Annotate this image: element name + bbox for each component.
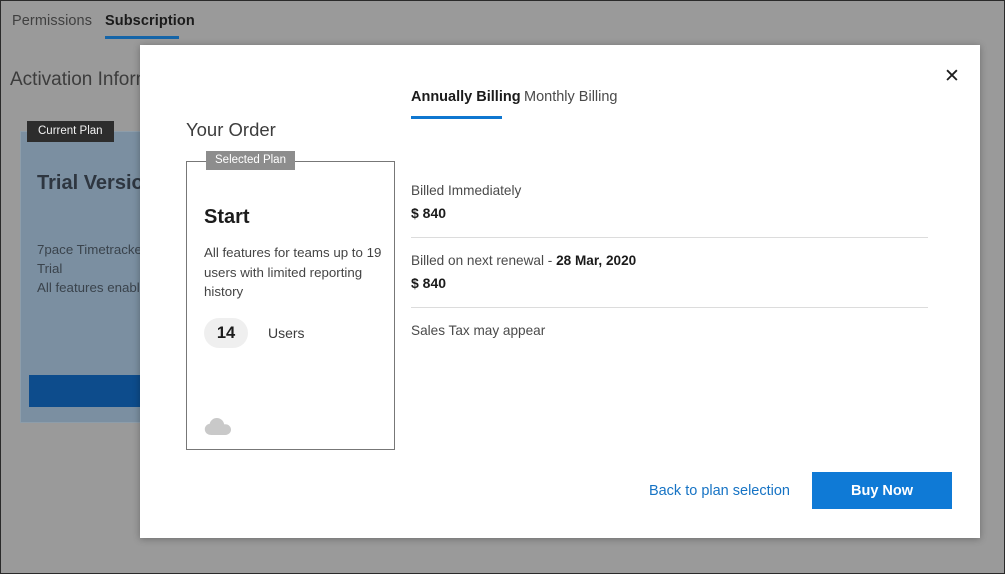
renewal-date: 28 Mar, 2020 (556, 253, 637, 268)
trial-version-title: Trial Version (37, 172, 156, 194)
back-to-plan-selection-link[interactable]: Back to plan selection (649, 483, 790, 499)
sales-tax-section: Sales Tax may appear (411, 323, 928, 354)
tab-annually-billing[interactable]: Annually Billing (411, 89, 521, 105)
billed-next-renewal-amount: $ 840 (411, 275, 447, 291)
current-plan-badge: Current Plan (27, 121, 114, 142)
cloud-icon (204, 417, 234, 437)
renewal-label-prefix: Billed on next renewal - (411, 253, 557, 268)
buy-now-button[interactable]: Buy Now (812, 472, 952, 509)
close-icon[interactable]: ✕ (935, 59, 969, 93)
page-title: Your Order (186, 119, 276, 140)
billed-immediately-section: Billed Immediately $ 840 (411, 183, 928, 238)
billed-immediately-amount: $ 840 (411, 205, 447, 221)
selected-plan-card: Selected Plan Start All features for tea… (186, 151, 395, 450)
plan-description: All features for teams up to 19 users wi… (204, 245, 382, 299)
app-window: Permissions Subscription Activation Info… (0, 0, 1005, 574)
billing-panel: Annually Billing Monthly Billing Billed … (411, 83, 928, 354)
modal-footer: Back to plan selection Buy Now (649, 472, 952, 509)
users-label: Users (268, 325, 305, 341)
users-count: 14 (204, 318, 248, 348)
tab-monthly-billing[interactable]: Monthly Billing (524, 89, 618, 105)
plan-name: Start (204, 206, 250, 228)
tab-active-underline (105, 36, 179, 39)
billed-immediately-label: Billed Immediately (411, 183, 522, 198)
order-modal: ✕ Your Order Selected Plan Start All fea… (140, 45, 980, 538)
tab-subscription[interactable]: Subscription (105, 13, 195, 29)
users-row: 14 Users (204, 318, 305, 348)
page-tabbar: Permissions Subscription (1, 1, 1004, 45)
tab-permissions[interactable]: Permissions (12, 13, 92, 29)
billed-next-renewal-section: Billed on next renewal - 28 Mar, 2020 $ … (411, 253, 928, 308)
sales-tax-note: Sales Tax may appear (411, 323, 546, 338)
selected-plan-badge: Selected Plan (206, 151, 295, 170)
billing-tabs: Annually Billing Monthly Billing (411, 83, 928, 119)
billed-next-renewal-label: Billed on next renewal - 28 Mar, 2020 (411, 253, 928, 268)
billing-tab-active-underline (411, 116, 502, 119)
